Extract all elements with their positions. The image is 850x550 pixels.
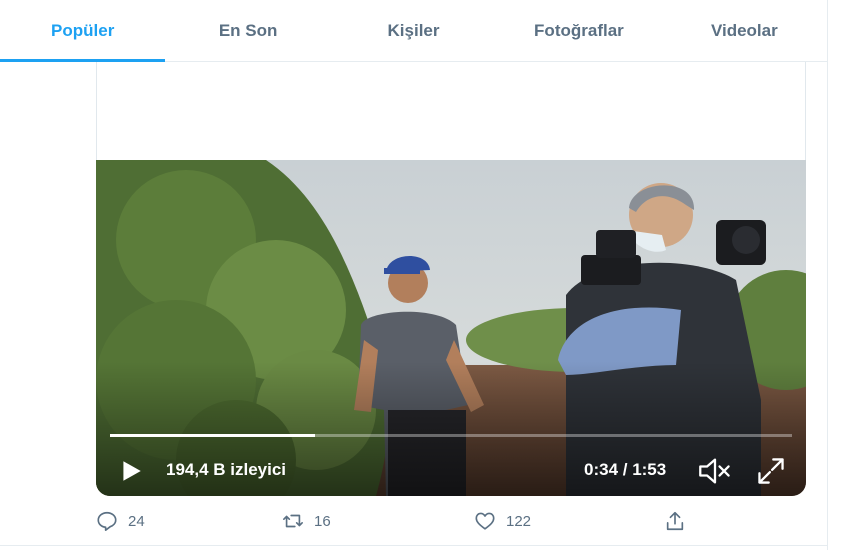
retweet-count: 16: [314, 512, 331, 530]
tab-latest-label: En Son: [218, 20, 278, 40]
tweet-actions: 24 16 122: [96, 506, 696, 536]
tab-people[interactable]: Kişiler: [331, 0, 496, 61]
video-progress-bar[interactable]: [110, 434, 792, 437]
tab-popular-label: Popüler: [51, 20, 115, 40]
page: Popüler En Son Kişiler Fotoğraflar Video…: [0, 0, 850, 550]
play-icon[interactable]: [118, 458, 144, 484]
tab-photos[interactable]: Fotoğraflar: [496, 0, 661, 61]
view-count: 194,4 B izleyici: [166, 460, 287, 479]
video-progress-fill: [110, 434, 315, 437]
tab-popular[interactable]: Popüler: [0, 0, 166, 62]
reply-count: 24: [128, 512, 145, 530]
video-time: 0:34 / 1:53: [584, 460, 667, 479]
like-count: 122: [506, 512, 532, 530]
column-border: [827, 0, 828, 550]
fullscreen-icon[interactable]: [756, 456, 786, 486]
reply-icon: [97, 511, 117, 531]
like-icon: [475, 512, 495, 530]
tab-people-label: Kişiler: [387, 20, 440, 40]
like-button[interactable]: 122: [474, 506, 531, 536]
video-player[interactable]: 194,4 B izleyici 0:34 / 1:53: [96, 160, 806, 496]
share-icon: [666, 511, 684, 531]
volume-icon[interactable]: [698, 456, 732, 486]
search-tabs: Popüler En Son Kişiler Fotoğraflar Video…: [0, 0, 827, 62]
retweet-icon: [283, 514, 303, 528]
tab-photos-label: Fotoğraflar: [534, 20, 624, 40]
tweet-divider: [0, 545, 827, 546]
share-button[interactable]: [664, 506, 686, 536]
reply-button[interactable]: 24: [96, 506, 145, 536]
tab-videos-label: Videolar: [710, 20, 778, 40]
video-controls: 194,4 B izleyici 0:34 / 1:53: [96, 446, 806, 494]
tab-latest[interactable]: En Son: [165, 0, 330, 61]
tweet-media-frame: [96, 62, 806, 162]
retweet-button[interactable]: 16: [282, 506, 331, 536]
tab-videos[interactable]: Videolar: [662, 0, 827, 61]
